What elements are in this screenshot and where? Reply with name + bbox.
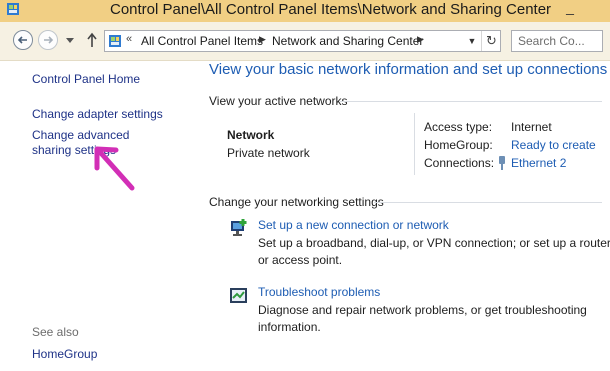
access-type-label: Access type: — [424, 120, 493, 134]
troubleshoot-description: Diagnose and repair network problems, or… — [258, 303, 587, 334]
sidebar-control-panel-home[interactable]: Control Panel Home — [32, 72, 140, 87]
title-bar: Control Panel\All Control Panel Items\Ne… — [0, 0, 610, 22]
annotation-arrow-icon — [94, 146, 135, 191]
breadcrumb-separator-icon[interactable]: ▶ — [259, 34, 266, 45]
breadcrumb-all-items[interactable]: All Control Panel Items — [141, 34, 263, 48]
homegroup-ready-link[interactable]: Ready to create — [511, 138, 596, 153]
troubleshoot-icon — [230, 288, 247, 303]
setup-connection-link[interactable]: Set up a new connection or network — [258, 218, 449, 233]
sidebar-homegroup[interactable]: HomeGroup — [32, 347, 97, 362]
search-input[interactable]: Search Co... — [511, 30, 603, 52]
control-panel-icon — [109, 35, 121, 47]
address-dropdown-icon[interactable]: ▼ — [463, 31, 481, 51]
arrow-left-icon — [17, 36, 27, 44]
arrow-right-icon — [44, 36, 54, 44]
address-bar[interactable]: « All Control Panel Items ▶ Network and … — [104, 30, 501, 52]
breadcrumb-separator-icon[interactable]: ▶ — [417, 34, 424, 45]
up-arrow-icon[interactable] — [86, 32, 98, 48]
page-title: View your basic network information and … — [209, 61, 608, 78]
troubleshoot-link[interactable]: Troubleshoot problems — [258, 285, 380, 300]
minimize-button[interactable]: _ — [560, 0, 580, 20]
ethernet-connection-link[interactable]: Ethernet 2 — [511, 156, 566, 171]
sidebar-change-adapter-settings[interactable]: Change adapter settings — [32, 107, 163, 122]
change-settings-heading: Change your networking settings — [209, 195, 384, 209]
homegroup-label: HomeGroup: — [424, 138, 493, 152]
network-setup-icon — [231, 219, 247, 236]
see-also-heading: See also — [32, 325, 79, 339]
control-panel-icon — [7, 3, 19, 15]
connections-label: Connections: — [424, 156, 495, 170]
forward-button[interactable] — [38, 30, 58, 50]
back-button[interactable] — [13, 30, 33, 50]
active-networks-heading: View your active networks — [209, 94, 348, 108]
window-title: Control Panel\All Control Panel Items\Ne… — [110, 1, 552, 18]
section-divider — [340, 101, 602, 102]
access-type-value: Internet — [511, 120, 552, 134]
network-divider — [414, 113, 415, 175]
breadcrumb-network-sharing[interactable]: Network and Sharing Center — [272, 34, 423, 48]
recent-locations-dropdown[interactable] — [66, 36, 74, 44]
breadcrumb-overflow[interactable]: « — [126, 33, 132, 45]
section-divider — [374, 202, 602, 203]
refresh-icon[interactable]: ↻ — [481, 31, 501, 51]
network-type: Private network — [227, 146, 310, 160]
network-name: Network — [227, 128, 275, 142]
navigation-bar: « All Control Panel Items ▶ Network and … — [0, 22, 610, 61]
setup-connection-description: Set up a broadband, dial-up, or VPN conn… — [258, 236, 610, 267]
ethernet-icon — [499, 156, 505, 170]
